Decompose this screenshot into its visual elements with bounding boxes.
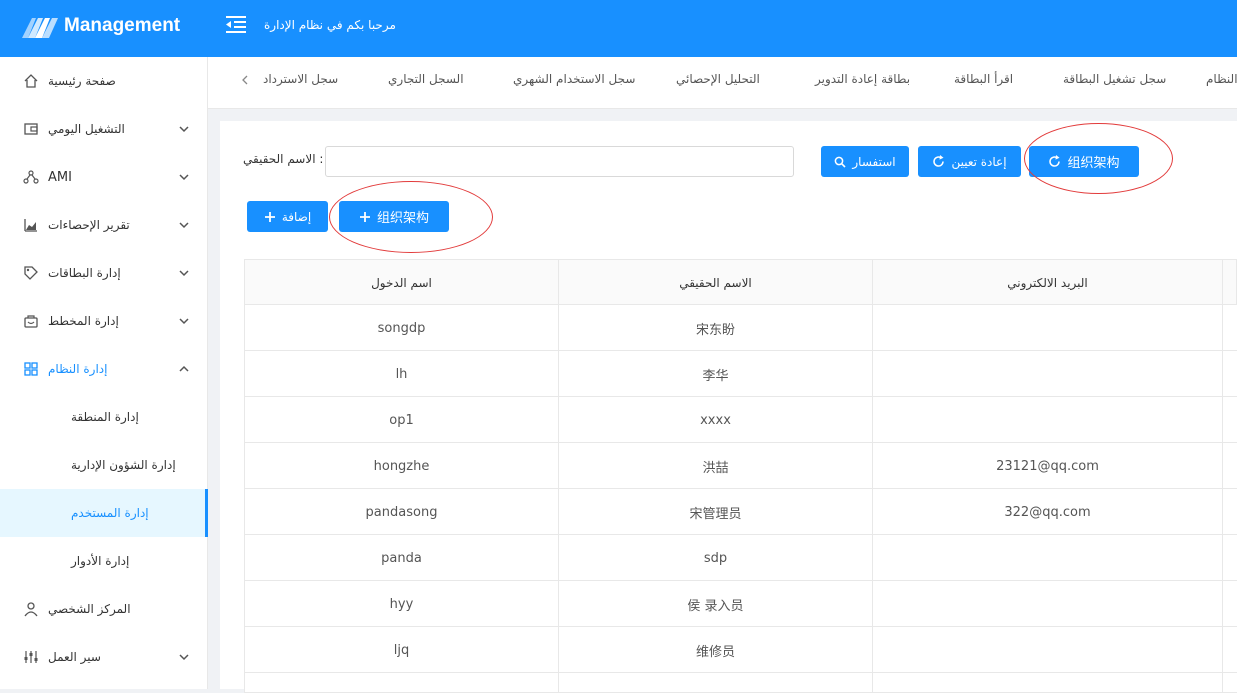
tab-bar: سجل الاسترداد السجل التجاري سجل الاستخدا… <box>208 57 1237 109</box>
user-icon <box>24 602 38 617</box>
sliders-icon <box>24 651 38 663</box>
cell-login-name: hongzhe <box>245 443 559 489</box>
sidebar-subitem-admin-affairs[interactable]: إدارة الشؤون الإدارية <box>0 441 208 489</box>
cell-email: 322@qq.com <box>873 489 1223 535</box>
cell-real-name: 李华 <box>559 351 873 397</box>
cell-email: 23121@qq.com <box>873 443 1223 489</box>
real-name-label: الاسم الحقيقي : <box>243 152 324 166</box>
cell-email <box>873 627 1223 673</box>
chevron-left-icon[interactable] <box>240 74 250 86</box>
cell-login-name: lh <box>245 351 559 397</box>
table-row[interactable]: lh 李华 <box>244 351 1237 397</box>
cell-real-name: 维修员 <box>559 627 873 673</box>
chevron-down-icon <box>179 222 189 229</box>
menu-fold-icon[interactable] <box>226 13 248 35</box>
logo-icon <box>22 18 58 38</box>
cell-email <box>873 305 1223 351</box>
search-icon <box>835 156 846 168</box>
area-chart-icon <box>24 219 37 232</box>
logo[interactable]: Management <box>22 14 180 38</box>
chevron-down-icon <box>179 318 189 325</box>
welcome-text: مرحبا بكم في نظام الإدارة <box>264 18 396 32</box>
sidebar-item-workflow[interactable]: سير العمل <box>0 633 208 681</box>
cell-real-name: 宋管理员 <box>559 489 873 535</box>
tab-refund-record[interactable]: سجل الاسترداد <box>263 72 338 86</box>
cell-email <box>873 397 1223 443</box>
sidebar-item-home[interactable]: صفحة رئيسية <box>0 57 208 105</box>
sidebar-item-system-management[interactable]: إدارة النظام <box>0 345 208 393</box>
reset-button[interactable]: إعادة تعيين <box>918 146 1021 177</box>
cell-email <box>873 351 1223 397</box>
annotation-circle <box>1024 123 1173 194</box>
table-row[interactable]: hongzhe 洪喆 23121@qq.com <box>244 443 1237 489</box>
chevron-down-icon <box>179 270 189 277</box>
tab-statistical-analysis[interactable]: التحليل الإحصائي <box>676 72 760 86</box>
table-row[interactable] <box>244 673 1237 693</box>
table-header: اسم الدخول الاسم الحقيقي البريد الالكترو… <box>244 259 1237 306</box>
plus-icon <box>264 211 275 222</box>
sidebar-item-statistics-report[interactable]: تقرير الإحصاءات <box>0 201 208 249</box>
appstore-icon <box>24 362 38 376</box>
sidebar-subitem-user-management[interactable]: إدارة المستخدم <box>0 489 208 537</box>
sidebar-item-personal-center[interactable]: المركز الشخصي <box>0 585 208 633</box>
shop-icon <box>24 315 38 328</box>
sidebar-item-ami[interactable]: AMI <box>0 153 208 201</box>
tab-card-operation-log[interactable]: سجل تشغيل البطاقة <box>1063 72 1166 86</box>
wallet-icon <box>24 123 38 135</box>
real-name-input[interactable] <box>325 146 794 177</box>
sidebar-subitem-role-management[interactable]: إدارة الأدوار <box>0 537 208 585</box>
table-row[interactable]: songdp 宋东盼 <box>244 305 1237 351</box>
reload-icon <box>933 155 945 167</box>
column-header-login-name[interactable]: اسم الدخول <box>245 260 559 306</box>
sidebar-item-plan-management[interactable]: إدارة المخطط <box>0 297 208 345</box>
tab-system[interactable]: النظام <box>1206 72 1237 86</box>
sidebar-subitem-area-management[interactable]: إدارة المنطقة <box>0 393 208 441</box>
cell-real-name: sdp <box>559 535 873 581</box>
cell-real-name: 侯 录入员 <box>559 581 873 627</box>
cell-login-name: op1 <box>245 397 559 443</box>
column-header-email[interactable]: البريد الالكتروني <box>873 260 1223 306</box>
cell-real-name: 宋东盼 <box>559 305 873 351</box>
table-row[interactable]: panda sdp <box>244 535 1237 581</box>
tab-recycle-card[interactable]: بطاقة إعادة التدوير <box>815 72 910 86</box>
cell-email <box>873 535 1223 581</box>
cluster-icon <box>23 170 39 184</box>
sidebar-item-daily-operation[interactable]: التشغيل اليومي <box>0 105 208 153</box>
column-header-real-name[interactable]: الاسم الحقيقي <box>559 260 873 306</box>
add-button[interactable]: إضافة <box>247 201 328 232</box>
cell-login-name: songdp <box>245 305 559 351</box>
table-row[interactable]: hyy 侯 录入员 <box>244 581 1237 627</box>
query-button[interactable]: استفسار <box>821 146 909 177</box>
cell-login-name: pandasong <box>245 489 559 535</box>
table-row[interactable]: op1 xxxx <box>244 397 1237 443</box>
tab-monthly-usage[interactable]: سجل الاستخدام الشهري <box>513 72 635 86</box>
column-header-more <box>1223 260 1237 306</box>
home-icon <box>24 74 38 88</box>
top-bar: Management مرحبا بكم في نظام الإدارة <box>0 0 1237 57</box>
chevron-down-icon <box>179 174 189 181</box>
chevron-down-icon <box>179 654 189 661</box>
tag-icon <box>24 266 38 280</box>
cell-real-name: xxxx <box>559 397 873 443</box>
table-row[interactable]: ljq 维修员 <box>244 627 1237 673</box>
annotation-circle <box>329 181 493 253</box>
cell-real-name: 洪喆 <box>559 443 873 489</box>
cell-login-name: hyy <box>245 581 559 627</box>
sidebar: صفحة رئيسية التشغيل اليومي AMI تقرير الإ… <box>0 57 208 689</box>
chevron-up-icon <box>179 365 189 372</box>
tab-read-card[interactable]: اقرأ البطاقة <box>954 72 1013 86</box>
sidebar-item-card-management[interactable]: إدارة البطاقات <box>0 249 208 297</box>
chevron-down-icon <box>179 126 189 133</box>
table-row[interactable]: pandasong 宋管理员 322@qq.com <box>244 489 1237 535</box>
cell-login-name: ljq <box>245 627 559 673</box>
cell-login-name: panda <box>245 535 559 581</box>
cell-email <box>873 581 1223 627</box>
tab-business-record[interactable]: السجل التجاري <box>388 72 464 86</box>
app-title: Management <box>64 15 181 36</box>
